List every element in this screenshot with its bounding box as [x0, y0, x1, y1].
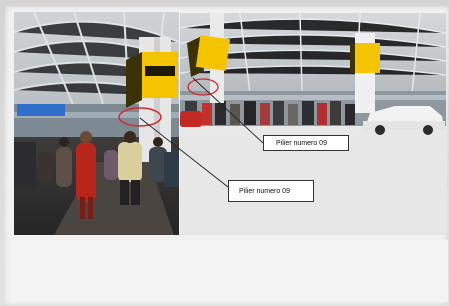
pillar-label-left: Pilier numero 09: [228, 180, 314, 202]
left-photo-drawing: [14, 12, 179, 235]
page-bottom-margin: [10, 240, 448, 302]
document-page: Pilier numero 09 Pilier numero 09: [0, 0, 449, 306]
pillar-label-right: Pilier numero 09: [263, 135, 349, 151]
left-terminal-photo: [14, 12, 179, 235]
